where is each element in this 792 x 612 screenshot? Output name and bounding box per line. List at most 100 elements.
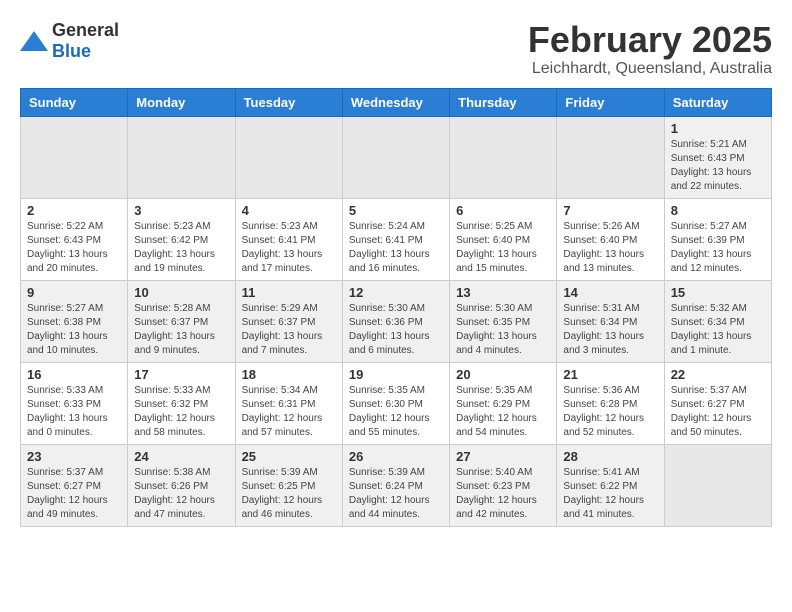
day-number: 1 (671, 121, 765, 136)
weekday-header-monday: Monday (128, 88, 235, 116)
calendar-cell-w2-d6: 7 Sunrise: 5:26 AM Sunset: 6:40 PM Daylig… (557, 198, 664, 280)
calendar-cell-w4-d5: 20 Sunrise: 5:35 AM Sunset: 6:29 PM Dayli… (450, 362, 557, 444)
week-row-5: 23 Sunrise: 5:37 AM Sunset: 6:27 PM Dayli… (21, 444, 772, 526)
day-number: 22 (671, 367, 765, 382)
calendar-cell-w3-d2: 10 Sunrise: 5:28 AM Sunset: 6:37 PM Dayli… (128, 280, 235, 362)
calendar-cell-w3-d3: 11 Sunrise: 5:29 AM Sunset: 6:37 PM Dayli… (235, 280, 342, 362)
week-row-1: 1 Sunrise: 5:21 AM Sunset: 6:43 PM Daylig… (21, 116, 772, 198)
weekday-header-row: SundayMondayTuesdayWednesdayThursdayFrid… (21, 88, 772, 116)
day-number: 14 (563, 285, 657, 300)
day-number: 27 (456, 449, 550, 464)
calendar-cell-w3-d4: 12 Sunrise: 5:30 AM Sunset: 6:36 PM Dayli… (342, 280, 449, 362)
week-row-2: 2Sunrise: 5:22 AM Sunset: 6:43 PM Daylig… (21, 198, 772, 280)
weekday-header-friday: Friday (557, 88, 664, 116)
main-title: February 2025 (528, 20, 772, 60)
day-number: 13 (456, 285, 550, 300)
day-number: 18 (242, 367, 336, 382)
day-info: Sunrise: 5:38 AM Sunset: 6:26 PM Dayligh… (134, 466, 228, 522)
day-number: 11 (242, 285, 336, 300)
day-info: Sunrise: 5:33 AM Sunset: 6:33 PM Dayligh… (27, 384, 121, 440)
calendar-cell-w3-d1: 9Sunrise: 5:27 AM Sunset: 6:38 PM Daylig… (21, 280, 128, 362)
day-info: Sunrise: 5:37 AM Sunset: 6:27 PM Dayligh… (671, 384, 765, 440)
calendar-cell-w1-d3 (235, 116, 342, 198)
calendar-cell-w2-d1: 2Sunrise: 5:22 AM Sunset: 6:43 PM Daylig… (21, 198, 128, 280)
day-info: Sunrise: 5:27 AM Sunset: 6:39 PM Dayligh… (671, 220, 765, 276)
calendar-cell-w2-d7: 8 Sunrise: 5:27 AM Sunset: 6:39 PM Daylig… (664, 198, 771, 280)
calendar-cell-w2-d5: 6 Sunrise: 5:25 AM Sunset: 6:40 PM Daylig… (450, 198, 557, 280)
subtitle: Leichhardt, Queensland, Australia (528, 60, 772, 78)
day-number: 6 (456, 203, 550, 218)
calendar-cell-w5-d3: 25Sunrise: 5:39 AM Sunset: 6:25 PM Dayli… (235, 444, 342, 526)
calendar-cell-w4-d6: 21 Sunrise: 5:36 AM Sunset: 6:28 PM Dayli… (557, 362, 664, 444)
logo-icon (20, 31, 48, 51)
weekday-header-wednesday: Wednesday (342, 88, 449, 116)
day-info: Sunrise: 5:23 AM Sunset: 6:42 PM Dayligh… (134, 220, 228, 276)
calendar-cell-w2-d3: 4Sunrise: 5:23 AM Sunset: 6:41 PM Daylig… (235, 198, 342, 280)
day-info: Sunrise: 5:28 AM Sunset: 6:37 PM Dayligh… (134, 302, 228, 358)
calendar-cell-w3-d5: 13 Sunrise: 5:30 AM Sunset: 6:35 PM Dayli… (450, 280, 557, 362)
day-info: Sunrise: 5:30 AM Sunset: 6:35 PM Dayligh… (456, 302, 550, 358)
day-number: 12 (349, 285, 443, 300)
day-info: Sunrise: 5:30 AM Sunset: 6:36 PM Dayligh… (349, 302, 443, 358)
calendar-cell-w1-d7: 1 Sunrise: 5:21 AM Sunset: 6:43 PM Daylig… (664, 116, 771, 198)
day-number: 21 (563, 367, 657, 382)
week-row-3: 9Sunrise: 5:27 AM Sunset: 6:38 PM Daylig… (21, 280, 772, 362)
calendar-cell-w4-d4: 19 Sunrise: 5:35 AM Sunset: 6:30 PM Dayli… (342, 362, 449, 444)
day-info: Sunrise: 5:35 AM Sunset: 6:29 PM Dayligh… (456, 384, 550, 440)
day-info: Sunrise: 5:36 AM Sunset: 6:28 PM Dayligh… (563, 384, 657, 440)
day-number: 20 (456, 367, 550, 382)
calendar-cell-w5-d6: 28 Sunrise: 5:41 AM Sunset: 6:22 PM Dayli… (557, 444, 664, 526)
calendar-cell-w3-d7: 15Sunrise: 5:32 AM Sunset: 6:34 PM Dayli… (664, 280, 771, 362)
day-number: 8 (671, 203, 765, 218)
day-number: 10 (134, 285, 228, 300)
day-info: Sunrise: 5:21 AM Sunset: 6:43 PM Dayligh… (671, 138, 765, 194)
calendar-cell-w4-d7: 22 Sunrise: 5:37 AM Sunset: 6:27 PM Dayli… (664, 362, 771, 444)
calendar-cell-w2-d2: 3Sunrise: 5:23 AM Sunset: 6:42 PM Daylig… (128, 198, 235, 280)
calendar-cell-w5-d2: 24 Sunrise: 5:38 AM Sunset: 6:26 PM Dayli… (128, 444, 235, 526)
logo-blue: Blue (52, 41, 91, 61)
logo-general: General (52, 20, 119, 40)
logo: General Blue (20, 20, 119, 62)
calendar-cell-w2-d4: 5 Sunrise: 5:24 AM Sunset: 6:41 PM Daylig… (342, 198, 449, 280)
day-info: Sunrise: 5:22 AM Sunset: 6:43 PM Dayligh… (27, 220, 121, 276)
day-number: 28 (563, 449, 657, 464)
day-number: 19 (349, 367, 443, 382)
day-number: 5 (349, 203, 443, 218)
calendar-cell-w4-d3: 18Sunrise: 5:34 AM Sunset: 6:31 PM Dayli… (235, 362, 342, 444)
day-info: Sunrise: 5:25 AM Sunset: 6:40 PM Dayligh… (456, 220, 550, 276)
day-info: Sunrise: 5:26 AM Sunset: 6:40 PM Dayligh… (563, 220, 657, 276)
header: General Blue February 2025 Leichhardt, Q… (20, 20, 772, 78)
day-info: Sunrise: 5:31 AM Sunset: 6:34 PM Dayligh… (563, 302, 657, 358)
day-number: 17 (134, 367, 228, 382)
week-row-4: 16 Sunrise: 5:33 AM Sunset: 6:33 PM Dayli… (21, 362, 772, 444)
day-number: 23 (27, 449, 121, 464)
day-number: 24 (134, 449, 228, 464)
day-info: Sunrise: 5:35 AM Sunset: 6:30 PM Dayligh… (349, 384, 443, 440)
calendar-cell-w1-d2 (128, 116, 235, 198)
calendar-cell-w5-d4: 26Sunrise: 5:39 AM Sunset: 6:24 PM Dayli… (342, 444, 449, 526)
day-info: Sunrise: 5:24 AM Sunset: 6:41 PM Dayligh… (349, 220, 443, 276)
day-info: Sunrise: 5:40 AM Sunset: 6:23 PM Dayligh… (456, 466, 550, 522)
day-info: Sunrise: 5:29 AM Sunset: 6:37 PM Dayligh… (242, 302, 336, 358)
day-info: Sunrise: 5:37 AM Sunset: 6:27 PM Dayligh… (27, 466, 121, 522)
title-section: February 2025 Leichhardt, Queensland, Au… (528, 20, 772, 78)
calendar-cell-w1-d1 (21, 116, 128, 198)
weekday-header-thursday: Thursday (450, 88, 557, 116)
calendar-cell-w4-d1: 16 Sunrise: 5:33 AM Sunset: 6:33 PM Dayli… (21, 362, 128, 444)
day-number: 16 (27, 367, 121, 382)
weekday-header-sunday: Sunday (21, 88, 128, 116)
calendar-cell-w4-d2: 17Sunrise: 5:33 AM Sunset: 6:32 PM Dayli… (128, 362, 235, 444)
calendar-cell-w1-d6 (557, 116, 664, 198)
calendar: SundayMondayTuesdayWednesdayThursdayFrid… (20, 88, 772, 527)
day-info: Sunrise: 5:41 AM Sunset: 6:22 PM Dayligh… (563, 466, 657, 522)
calendar-cell-w5-d7 (664, 444, 771, 526)
calendar-cell-w5-d1: 23 Sunrise: 5:37 AM Sunset: 6:27 PM Dayli… (21, 444, 128, 526)
day-info: Sunrise: 5:32 AM Sunset: 6:34 PM Dayligh… (671, 302, 765, 358)
calendar-cell-w1-d5 (450, 116, 557, 198)
day-number: 7 (563, 203, 657, 218)
day-info: Sunrise: 5:27 AM Sunset: 6:38 PM Dayligh… (27, 302, 121, 358)
day-info: Sunrise: 5:23 AM Sunset: 6:41 PM Dayligh… (242, 220, 336, 276)
weekday-header-tuesday: Tuesday (235, 88, 342, 116)
weekday-header-saturday: Saturday (664, 88, 771, 116)
day-number: 25 (242, 449, 336, 464)
